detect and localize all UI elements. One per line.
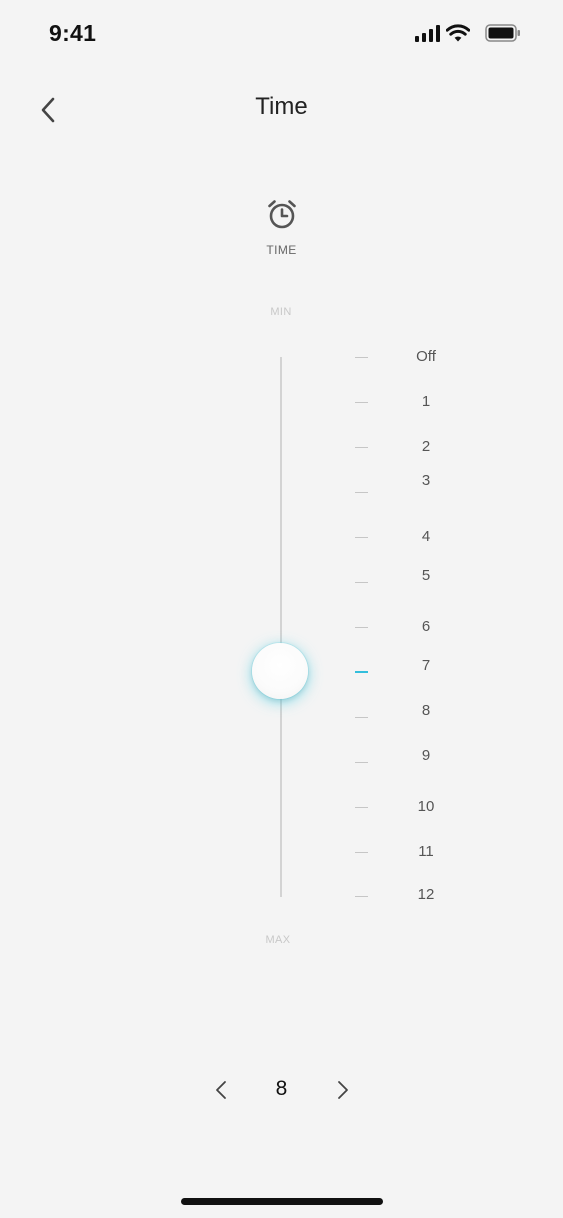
scale-label-12[interactable]: 12 [396, 886, 456, 904]
scale-tick [355, 896, 368, 897]
scale-tick [355, 492, 368, 493]
scale-tick [355, 762, 368, 763]
mode-label: TIME [266, 243, 297, 257]
status-bar: 9:41 [0, 0, 563, 70]
scale-tick [355, 807, 368, 808]
chevron-right-icon [338, 1081, 348, 1099]
slider-track[interactable] [280, 357, 282, 897]
min-label: MIN [270, 306, 292, 318]
scale-label-10[interactable]: 10 [396, 798, 456, 816]
status-time: 9:41 [49, 20, 97, 46]
scale-label-9[interactable]: 9 [396, 747, 456, 765]
scale-tick [355, 852, 368, 853]
max-label: MAX [265, 934, 291, 946]
scale-tick [355, 357, 368, 358]
scale-label-3[interactable]: 3 [396, 472, 456, 490]
alarm-clock-icon [267, 200, 296, 229]
scale-label-off[interactable]: Off [396, 348, 456, 366]
scale-tick [355, 537, 368, 538]
value-stepper: 8 [0, 1068, 563, 1112]
scale-label-5[interactable]: 5 [396, 567, 456, 585]
scale-label-1[interactable]: 1 [396, 393, 456, 411]
scale-label-7[interactable]: 7 [396, 657, 456, 675]
scale-label-6[interactable]: 6 [396, 618, 456, 636]
increment-button[interactable] [321, 1068, 365, 1112]
scale-tick [355, 582, 368, 583]
home-indicator [181, 1198, 383, 1205]
scale-label-4[interactable]: 4 [396, 528, 456, 546]
scale-tick [355, 627, 368, 628]
scale-tick [355, 402, 368, 403]
scale-tick [355, 447, 368, 448]
wifi-icon [446, 24, 470, 42]
scale-label-11[interactable]: 11 [396, 843, 456, 861]
scale-tick-active [355, 671, 368, 673]
scale-label-8[interactable]: 8 [396, 702, 456, 720]
scale-tick [355, 717, 368, 718]
cellular-signal-icon [415, 25, 440, 42]
page-title: Time [255, 93, 308, 120]
mode-indicator: TIME [0, 198, 563, 257]
battery-icon [485, 24, 520, 42]
slider-thumb[interactable] [252, 643, 308, 699]
scale-label-2[interactable]: 2 [396, 438, 456, 456]
stepper-value: 8 [275, 1077, 288, 1100]
nav-bar: Time [0, 80, 563, 136]
